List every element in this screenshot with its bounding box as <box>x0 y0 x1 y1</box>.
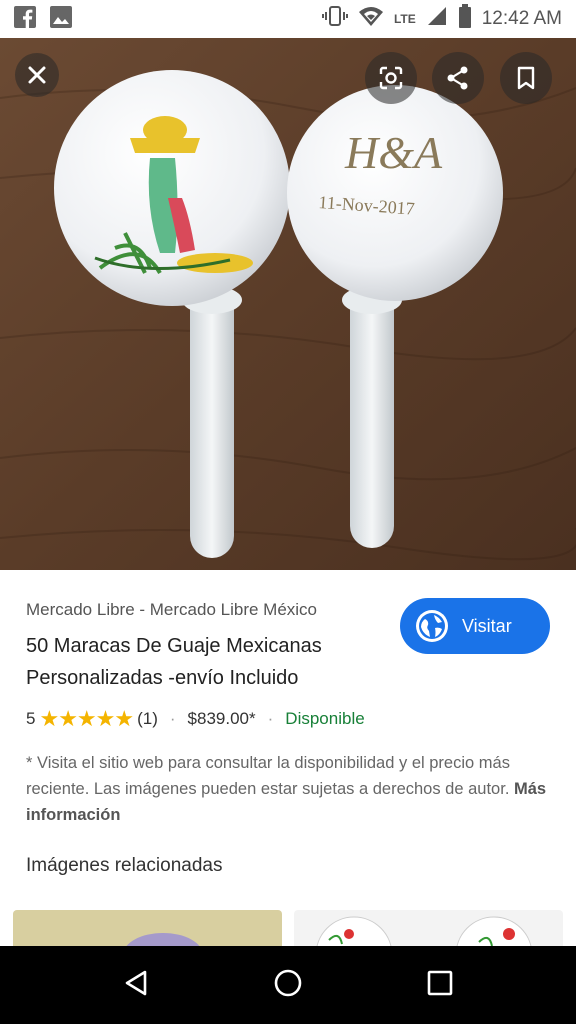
related-images-heading: Imágenes relacionadas <box>26 855 223 876</box>
vibrate-icon <box>321 5 348 33</box>
result-meta: 5 ★★★★★ (1) · $839.00* · Disponible <box>26 706 365 731</box>
save-button[interactable] <box>500 52 552 104</box>
home-icon[interactable] <box>273 968 303 1003</box>
result-title[interactable]: 50 Maracas De Guaje Mexicanas Personaliz… <box>26 630 386 694</box>
price: $839.00* <box>187 709 256 728</box>
share-icon <box>445 65 471 91</box>
review-count: (1) <box>137 709 158 728</box>
clock: 12:42 AM <box>481 8 562 29</box>
visit-label: Visitar <box>462 615 512 636</box>
rating-stars-icon: ★★★★★ <box>39 706 134 731</box>
image-icon <box>50 5 72 33</box>
share-button[interactable] <box>432 52 484 104</box>
network-type: LTE <box>393 12 416 26</box>
lens-icon <box>378 65 404 91</box>
facebook-icon <box>14 5 36 33</box>
maraca-initials: H&A <box>344 127 443 178</box>
system-nav-bar <box>0 946 576 1024</box>
bookmark-icon <box>515 65 537 91</box>
disclaimer: * Visita el sitio web para consultar la … <box>26 750 556 828</box>
visit-button[interactable]: Visitar <box>400 598 550 654</box>
globe-icon <box>416 610 448 642</box>
related-image-1[interactable] <box>13 910 282 950</box>
recents-icon[interactable] <box>425 968 455 1003</box>
rating-value: 5 <box>26 709 36 728</box>
result-source[interactable]: Mercado Libre - Mercado Libre México <box>26 600 317 620</box>
maracas-image[interactable]: H&A 11-Nov-2017 <box>0 38 576 570</box>
close-icon <box>27 65 47 85</box>
wifi-icon <box>358 5 384 33</box>
signal-icon <box>426 5 448 33</box>
lens-button[interactable] <box>365 52 417 104</box>
related-image-2[interactable] <box>294 910 563 950</box>
close-button[interactable] <box>15 53 59 97</box>
battery-icon <box>458 4 472 34</box>
back-icon[interactable] <box>121 968 151 1003</box>
availability: Disponible <box>285 709 365 728</box>
disclaimer-text: * Visita el sitio web para consultar la … <box>26 754 510 798</box>
status-bar: LTE 12:42 AM <box>0 0 576 38</box>
